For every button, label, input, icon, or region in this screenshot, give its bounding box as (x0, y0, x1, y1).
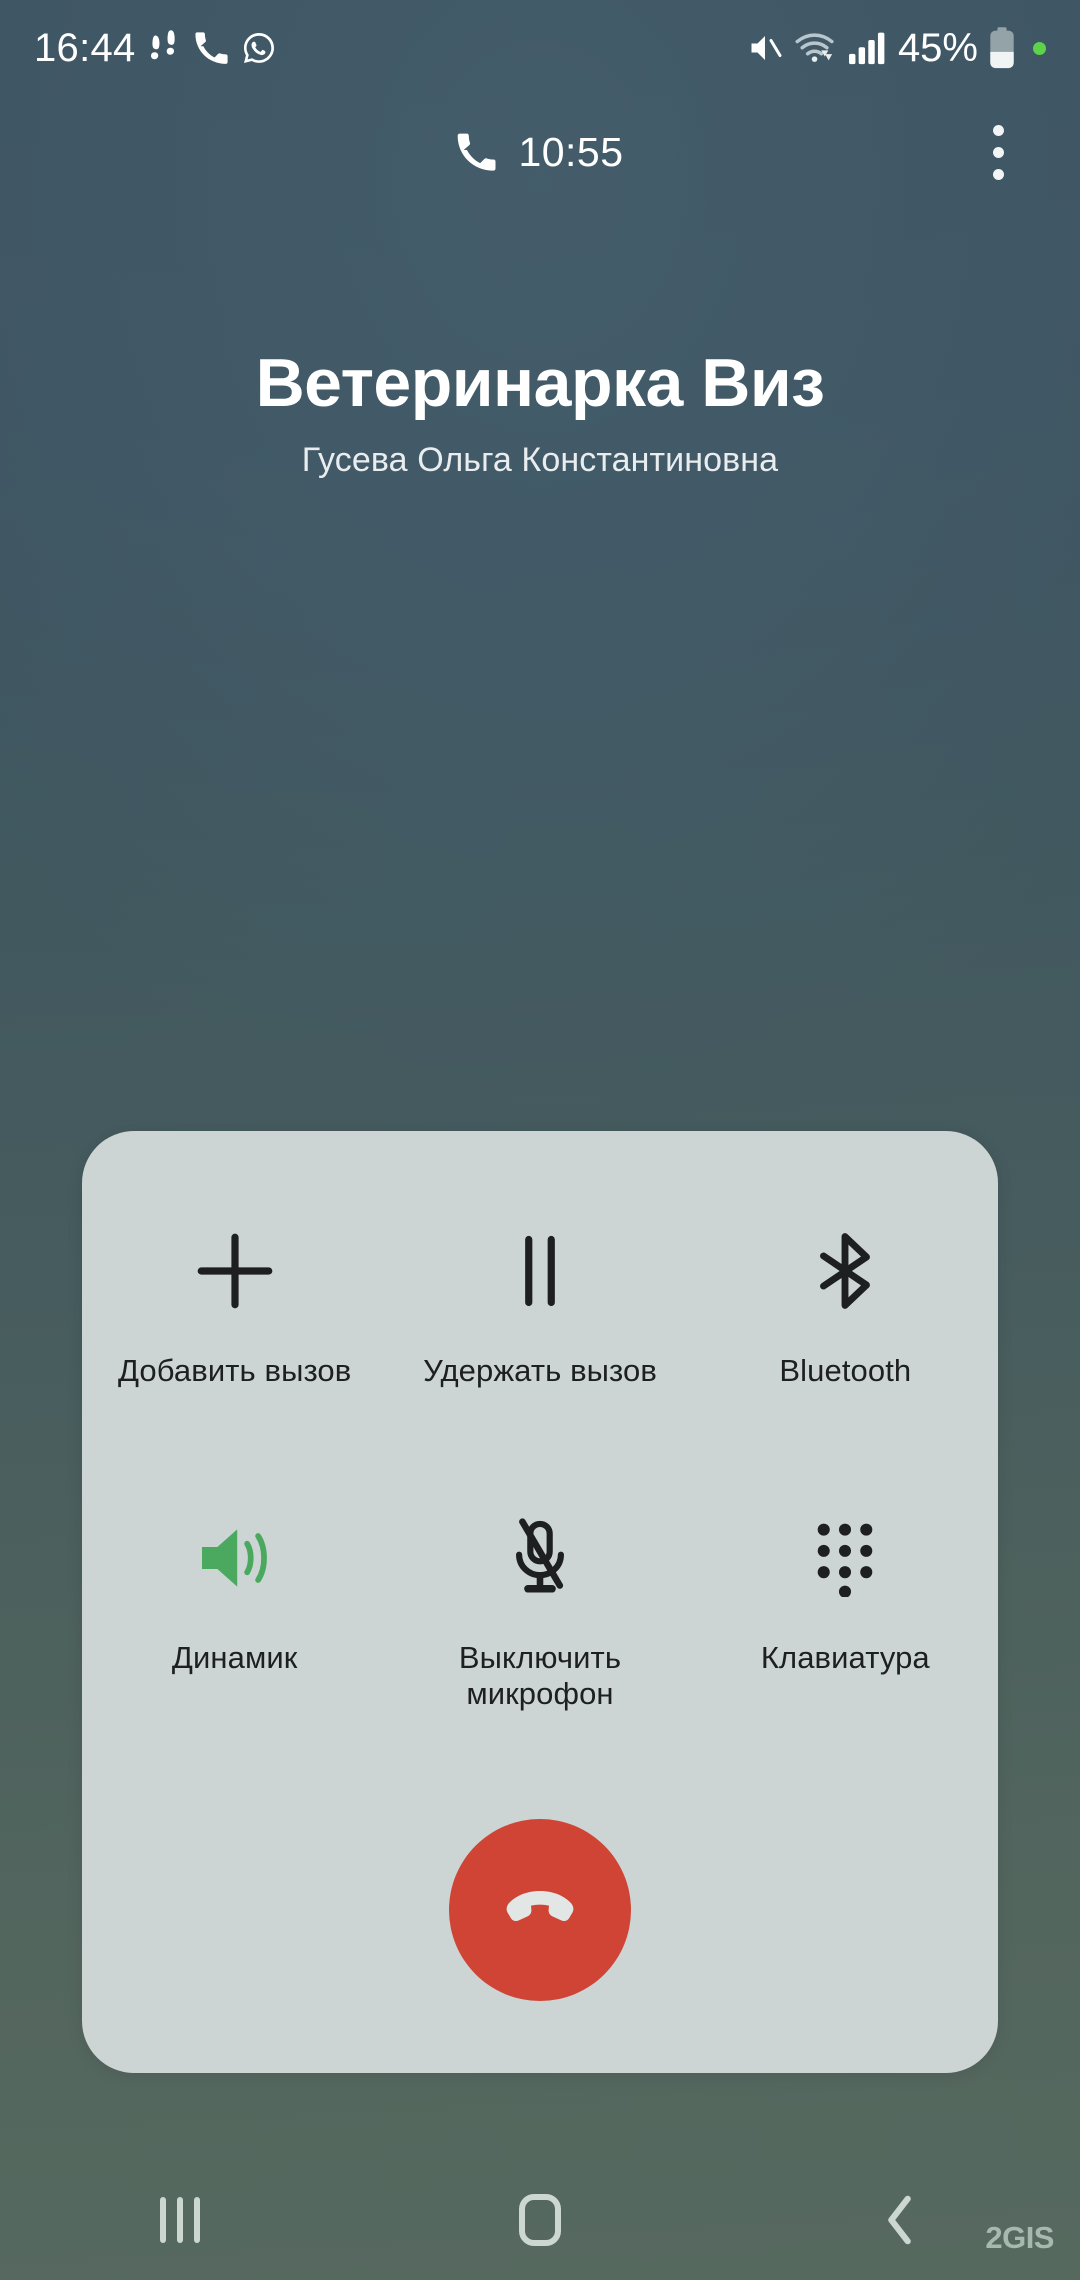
more-vertical-icon[interactable] (968, 114, 1028, 190)
bluetooth-icon (693, 1211, 998, 1331)
end-call-wrapper (82, 1819, 998, 2001)
pause-icon (387, 1211, 692, 1331)
watermark-2gis: 2GIS (985, 2220, 1054, 2255)
phone-icon (194, 31, 228, 65)
end-call-icon (492, 1861, 588, 1960)
end-call-button[interactable] (449, 1819, 631, 2001)
plus-icon (82, 1211, 387, 1331)
speaker-label: Динамик (171, 1639, 298, 1675)
mute-microphone-button[interactable]: Выключить микрофон (387, 1480, 692, 1713)
battery-percent-label: 45% (897, 26, 978, 70)
hold-call-label: Удержать вызов (423, 1353, 657, 1388)
keypad-button[interactable]: Клавиатура (693, 1480, 998, 1713)
hold-call-button[interactable]: Удержать вызов (387, 1193, 692, 1390)
call-duration: 10:55 (518, 128, 624, 175)
bluetooth-button[interactable]: Bluetooth (693, 1193, 998, 1390)
phone-screen: 16:44 45% 10:55 Ветеринарка Виз Гусева О… (0, 0, 1080, 2280)
bluetooth-label: Bluetooth (779, 1353, 912, 1388)
call-controls-grid: Добавить вызов Удержать вызов Bluetooth (82, 1193, 998, 1713)
speaker-button[interactable]: Динамик (82, 1480, 387, 1713)
keypad-label: Клавиатура (760, 1639, 930, 1675)
call-header: 10:55 (0, 96, 1080, 208)
battery-icon (989, 27, 1015, 69)
contact-info: Ветеринарка Виз Гусева Ольга Константино… (0, 345, 1080, 480)
status-bar-left: 16:44 (34, 28, 277, 68)
green-dot-indicator (1033, 41, 1046, 55)
status-bar: 16:44 45% (0, 0, 1080, 96)
pedometer-icon (149, 29, 181, 67)
dialpad-icon (693, 1498, 998, 1618)
phone-handset-icon (456, 132, 496, 172)
mute-microphone-label: Выключить микрофон (458, 1639, 622, 1712)
speaker-icon (82, 1498, 387, 1618)
add-call-button[interactable]: Добавить вызов (82, 1193, 387, 1390)
status-clock: 16:44 (34, 26, 136, 70)
recents-icon[interactable] (0, 2160, 360, 2280)
mute-icon (747, 30, 783, 66)
status-bar-right: 45% (747, 27, 1046, 69)
contact-subtitle: Гусева Ольга Константиновна (301, 441, 779, 480)
microphone-off-icon (387, 1498, 692, 1618)
call-controls-panel: Добавить вызов Удержать вызов Bluetooth (82, 1131, 998, 2073)
add-call-label: Добавить вызов (117, 1353, 352, 1388)
home-icon[interactable] (360, 2160, 720, 2280)
signal-icon (848, 31, 887, 65)
contact-name: Ветеринарка Виз (255, 345, 825, 421)
navigation-bar (0, 2160, 1080, 2280)
whatsapp-icon (241, 30, 277, 66)
wifi-icon (794, 30, 838, 66)
